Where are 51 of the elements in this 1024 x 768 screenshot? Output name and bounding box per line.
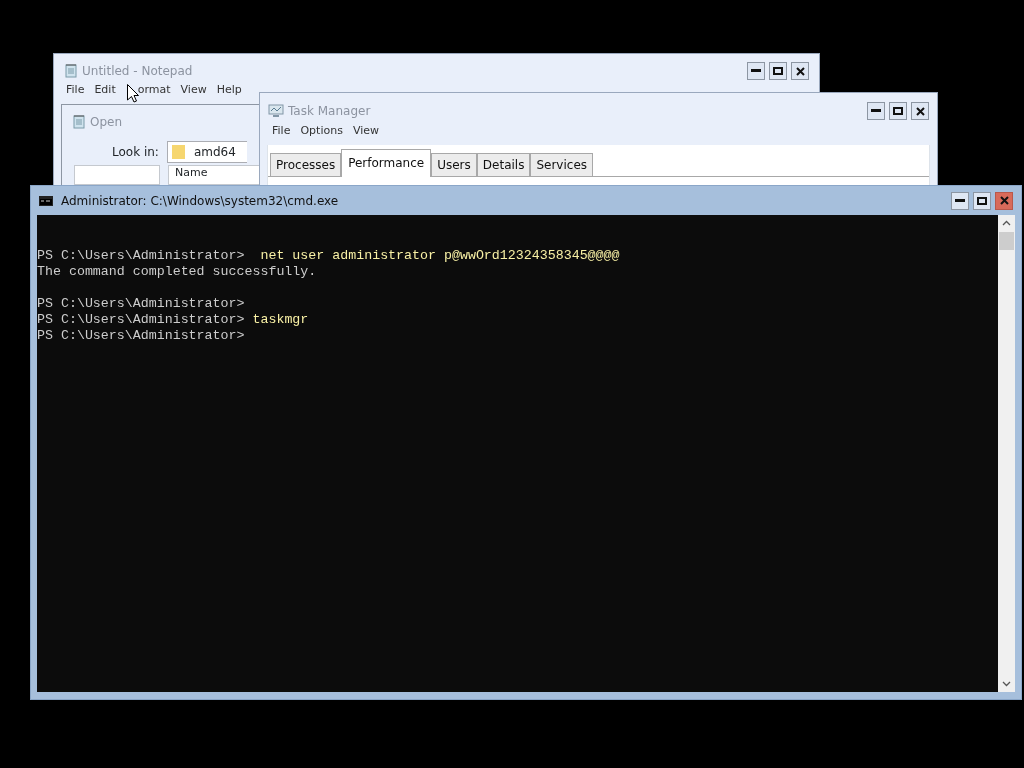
tab[interactable]: Details — [476, 153, 531, 176]
menu-item[interactable]: View — [347, 123, 384, 145]
output-text: The command completed successfully. — [37, 264, 317, 279]
monitor-icon — [268, 104, 284, 118]
notepad-icon — [72, 114, 86, 130]
menu-item[interactable]: Edit — [89, 82, 121, 99]
prompt-text: PS C:\Users\Administrator> — [37, 248, 245, 263]
menu-item[interactable]: View — [175, 82, 212, 99]
cursor-icon — [127, 84, 139, 103]
command-text: taskmgr — [252, 312, 309, 327]
close-button[interactable] — [791, 62, 809, 80]
scrollbar[interactable] — [998, 215, 1015, 692]
folder-icon — [171, 144, 186, 160]
window-title: Administrator: C:\Windows\system32\cmd.exe — [61, 192, 339, 210]
console-icon — [39, 195, 53, 206]
prompt-text: PS C:\Users\Administrator> — [37, 328, 245, 343]
minimize-icon — [871, 109, 881, 113]
maximize-icon — [893, 107, 903, 115]
prompt-text: PS C:\Users\Administrator> — [37, 312, 245, 327]
tab[interactable]: Performance — [341, 149, 432, 177]
tab[interactable]: Users — [431, 153, 477, 176]
menu-item[interactable]: File — [61, 82, 90, 99]
close-icon — [915, 106, 925, 116]
window-title: Task Manager — [288, 103, 371, 120]
dialog-title: Open — [90, 114, 123, 131]
close-button[interactable] — [911, 102, 929, 120]
prompt-text: PS C:\Users\Administrator> — [37, 296, 245, 311]
notepad-icon — [64, 63, 78, 79]
menu-item[interactable]: Help — [211, 82, 247, 99]
maximize-icon — [977, 196, 987, 205]
maximize-icon — [773, 67, 783, 75]
field-label: Look in: — [112, 144, 159, 161]
maximize-button[interactable] — [769, 62, 787, 80]
menu-item[interactable]: Options — [295, 123, 348, 145]
close-button[interactable] — [995, 191, 1013, 210]
maximize-button[interactable] — [973, 191, 991, 210]
folder-dropdown[interactable]: amd64 — [166, 141, 247, 163]
maximize-button[interactable] — [889, 102, 907, 120]
minimize-button[interactable] — [747, 62, 765, 80]
tab[interactable]: Services — [530, 153, 594, 176]
close-icon — [999, 196, 1009, 205]
window-title: Untitled - Notepad — [82, 63, 193, 80]
scrollbar-thumb[interactable] — [999, 232, 1014, 250]
minimize-icon — [751, 69, 761, 73]
minimize-icon — [955, 198, 965, 203]
minimize-button[interactable] — [867, 102, 885, 120]
menu-item[interactable]: File — [267, 123, 296, 145]
tab[interactable]: Processes — [270, 153, 342, 176]
command-text: net user administrator p@wwOrd12324358345@@@@ — [259, 248, 620, 263]
minimize-button[interactable] — [951, 191, 969, 210]
close-icon — [795, 66, 805, 76]
